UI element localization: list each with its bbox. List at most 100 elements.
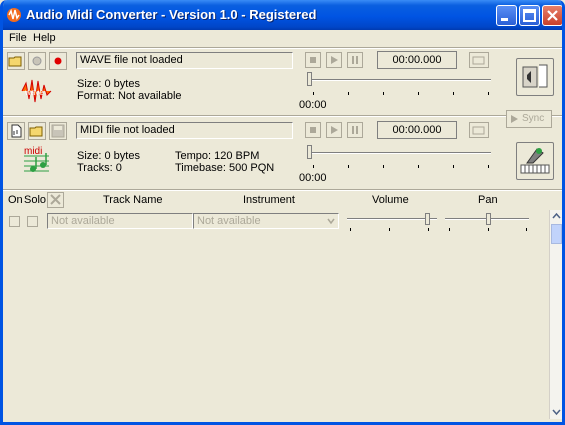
midi-export-button[interactable] bbox=[469, 122, 489, 138]
wave-record-button[interactable] bbox=[49, 52, 67, 70]
track-list: Not available Not available bbox=[5, 210, 549, 419]
scroll-up-button[interactable] bbox=[550, 210, 562, 223]
track-on-checkbox[interactable] bbox=[9, 216, 20, 227]
scroll-down-button[interactable] bbox=[550, 405, 562, 418]
wave-tick bbox=[453, 92, 454, 95]
volume-tick bbox=[428, 228, 429, 231]
save-icon bbox=[51, 124, 65, 138]
midi-save-button[interactable] bbox=[49, 122, 67, 140]
title-bar[interactable]: Audio Midi Converter - Version 1.0 - Reg… bbox=[3, 0, 562, 30]
wave-to-midi-icon bbox=[522, 64, 548, 88]
menu-bar: File Help bbox=[3, 30, 562, 47]
wave-logo-text: wave bbox=[24, 88, 44, 97]
minimize-icon bbox=[501, 18, 508, 21]
scroll-thumb[interactable] bbox=[551, 224, 562, 244]
midi-tempo: Tempo: 120 BPM bbox=[175, 150, 260, 162]
midi-timebase: Timebase: 500 PQN bbox=[175, 162, 275, 174]
play-icon bbox=[331, 126, 338, 134]
track-solo-checkbox[interactable] bbox=[27, 216, 38, 227]
maximize-icon bbox=[523, 9, 536, 22]
midi-tick bbox=[383, 165, 384, 168]
wave-tick bbox=[313, 92, 314, 95]
header-instrument: Instrument bbox=[243, 194, 295, 206]
wave-position-label: 00:00 bbox=[299, 99, 327, 111]
wave-size: Size: 0 bytes bbox=[77, 78, 140, 90]
pan-tick bbox=[526, 228, 527, 231]
midi-tick bbox=[488, 165, 489, 168]
wave-filename-field: WAVE file not loaded bbox=[76, 52, 293, 69]
minimize-button[interactable] bbox=[496, 5, 517, 26]
convert-to-midi-button[interactable] bbox=[516, 58, 554, 96]
midi-tick bbox=[453, 165, 454, 168]
clear-tracks-button[interactable] bbox=[47, 192, 64, 208]
open-folder-icon bbox=[29, 126, 43, 137]
open-folder-icon bbox=[8, 56, 22, 67]
wave-export-button[interactable] bbox=[469, 52, 489, 68]
midi-stop-button[interactable] bbox=[305, 122, 321, 138]
volume-tick bbox=[350, 228, 351, 231]
wave-stop-button[interactable] bbox=[305, 52, 321, 68]
midi-filename-field: MIDI file not loaded bbox=[76, 122, 293, 139]
track-name-field[interactable]: Not available bbox=[47, 213, 193, 229]
header-pan: Pan bbox=[478, 194, 498, 206]
wave-play-button[interactable] bbox=[326, 52, 342, 68]
header-solo: Solo bbox=[24, 194, 47, 206]
wave-format: Format: Not available bbox=[77, 90, 182, 102]
close-button[interactable] bbox=[542, 5, 562, 26]
pause-icon bbox=[352, 56, 358, 64]
wave-open-button[interactable] bbox=[7, 52, 25, 70]
wave-position-slider[interactable] bbox=[309, 79, 491, 81]
export-icon bbox=[472, 56, 485, 65]
midi-tick bbox=[348, 165, 349, 168]
midi-position-label: 00:00 bbox=[299, 172, 327, 184]
wave-tick bbox=[418, 92, 419, 95]
volume-slider-thumb[interactable] bbox=[425, 213, 430, 225]
app-icon bbox=[7, 8, 21, 22]
wave-tick bbox=[383, 92, 384, 95]
close-icon bbox=[50, 194, 61, 205]
pan-tick bbox=[449, 228, 450, 231]
midi-position-slider[interactable] bbox=[309, 152, 491, 154]
pause-icon bbox=[352, 126, 358, 134]
menu-divider bbox=[3, 47, 562, 49]
midi-tracks: Tracks: 0 bbox=[77, 162, 122, 174]
midi-to-wave-icon bbox=[520, 148, 550, 174]
maximize-button[interactable] bbox=[519, 5, 540, 26]
pan-slider-thumb[interactable] bbox=[486, 213, 491, 225]
header-on: On bbox=[8, 194, 23, 206]
wave-convert-button[interactable] bbox=[28, 52, 46, 70]
section-divider bbox=[3, 115, 562, 117]
menu-help[interactable]: Help bbox=[33, 32, 56, 44]
midi-size: Size: 0 bytes bbox=[77, 150, 140, 162]
midi-slider-thumb[interactable] bbox=[307, 145, 312, 159]
stop-icon bbox=[310, 127, 316, 133]
midi-time-display: 00:00.000 bbox=[377, 121, 457, 139]
play-icon bbox=[331, 56, 338, 64]
wave-slider-thumb[interactable] bbox=[307, 72, 312, 86]
sync-label: Sync bbox=[522, 113, 545, 124]
volume-slider[interactable] bbox=[347, 218, 437, 220]
midi-tick bbox=[418, 165, 419, 168]
track-list-scrollbar[interactable] bbox=[549, 210, 562, 419]
midi-play-button[interactable] bbox=[326, 122, 342, 138]
midi-pause-button[interactable] bbox=[347, 122, 363, 138]
wave-pause-button[interactable] bbox=[347, 52, 363, 68]
wave-logo-icon: wave bbox=[21, 79, 52, 103]
volume-tick bbox=[389, 228, 390, 231]
header-track-name: Track Name bbox=[103, 194, 163, 206]
midi-new-button[interactable] bbox=[7, 122, 25, 140]
sync-button[interactable]: Sync bbox=[506, 110, 552, 128]
convert-to-wave-button[interactable] bbox=[516, 142, 554, 180]
instrument-select[interactable]: Not available bbox=[193, 213, 339, 229]
instrument-value: Not available bbox=[197, 215, 261, 227]
wave-time-display: 00:00.000 bbox=[377, 51, 457, 69]
midi-open-button[interactable] bbox=[28, 122, 46, 140]
menu-file[interactable]: File bbox=[9, 32, 27, 44]
stop-icon bbox=[310, 57, 316, 63]
chevron-down-icon bbox=[552, 409, 561, 416]
app-window: Audio Midi Converter - Version 1.0 - Reg… bbox=[0, 0, 565, 425]
chevron-down-icon bbox=[327, 218, 335, 225]
midi-logo-text: midi bbox=[24, 146, 42, 157]
chevron-up-icon bbox=[552, 212, 561, 219]
wave-tick bbox=[348, 92, 349, 95]
